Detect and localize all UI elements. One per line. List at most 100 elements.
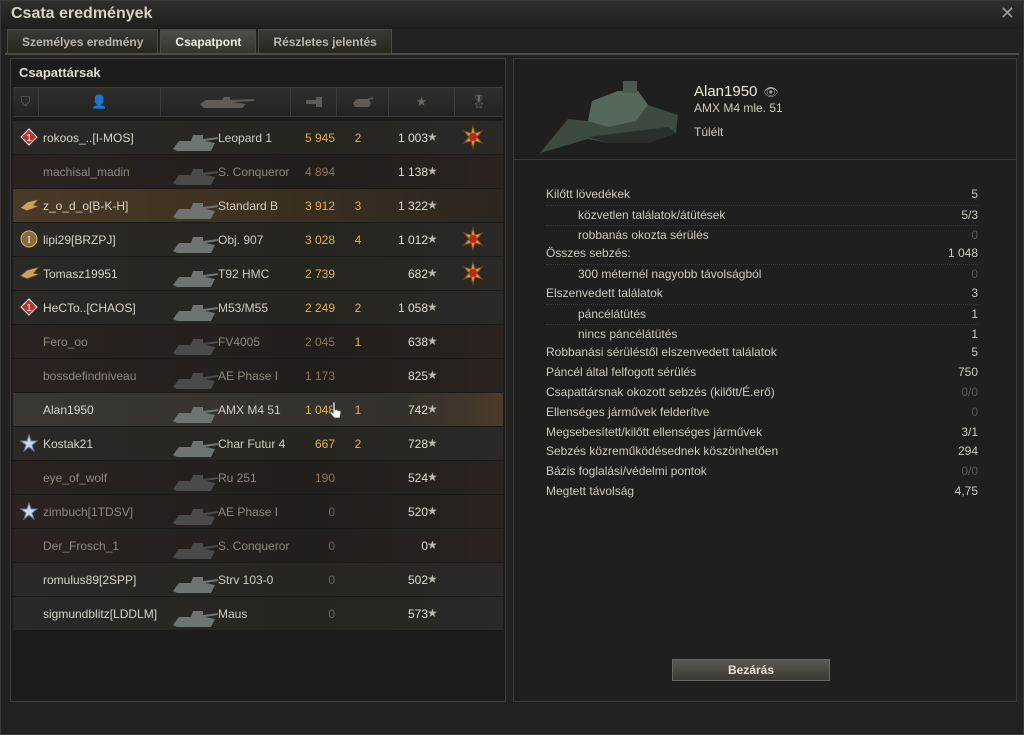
player-name: lipi29[BRZPJ] xyxy=(43,233,116,247)
vehicle-name: AE Phase I xyxy=(218,505,279,519)
xp-star-icon: ★ xyxy=(427,130,438,144)
player-name: Tomasz19951 xyxy=(43,267,118,281)
team-panel: Csapattársak ⛉ 👤 ★ 🎖 1 rokoos_..[I-MOS] Le… xyxy=(10,58,506,702)
team-row[interactable]: Fero_oo FV4005 2 045 1 638 ★ xyxy=(13,325,503,359)
stat-row: páncélátütés 1 xyxy=(546,303,978,324)
vehicle-name: Standard B xyxy=(218,199,279,213)
player-vehicle: AMX M4 mle. 51 xyxy=(694,101,783,115)
team-row[interactable]: 1 rokoos_..[I-MOS] Leopard 1 5 945 2 1 003 ★ xyxy=(13,121,503,155)
tank-icon xyxy=(173,305,218,321)
xp-value: 1 003 xyxy=(397,131,428,145)
xp-column-icon[interactable]: ★ xyxy=(389,88,455,116)
stat-value: 0 xyxy=(971,227,978,242)
xp-star-icon: ★ xyxy=(427,606,438,620)
xp-value: 638 xyxy=(407,335,428,349)
player-name: romulus89[2SPP] xyxy=(43,573,137,587)
player-column-icon[interactable]: 👤 xyxy=(39,88,161,116)
close-icon[interactable]: ✕ xyxy=(1000,3,1015,24)
xp-star-icon: ★ xyxy=(427,300,438,314)
player-name: eye_of_wolf xyxy=(43,471,108,485)
xp-star-icon: ★ xyxy=(427,232,438,246)
team-row[interactable]: Der_Frosch_1 S. Conqueror 0 0 ★ xyxy=(13,529,503,563)
empty-badge xyxy=(19,332,39,352)
xp-value: 1 012 xyxy=(397,233,428,247)
kills-column-icon[interactable] xyxy=(337,88,389,116)
vehicle-column-icon[interactable] xyxy=(161,88,291,116)
empty-badge xyxy=(19,366,39,386)
tank-icon xyxy=(173,577,218,593)
medal-icon[interactable] xyxy=(461,125,485,149)
medal-icon[interactable] xyxy=(461,261,485,285)
medal-column-icon[interactable]: 🎖 xyxy=(455,88,503,116)
close-button[interactable]: Bezárás xyxy=(672,659,830,681)
empty-badge xyxy=(19,162,39,182)
medal-icon[interactable] xyxy=(461,227,485,251)
damage-value: 2 739 xyxy=(304,267,335,281)
team-row[interactable]: Tomasz19951 T92 HMC 2 739 682 ★ xyxy=(13,257,503,291)
empty-badge xyxy=(19,468,39,488)
vehicle-name: Leopard 1 xyxy=(218,131,273,145)
vehicle-name: FV4005 xyxy=(218,335,261,349)
stat-value: 0/0 xyxy=(961,384,978,399)
team-row[interactable]: Ilipi29[BRZPJ] Obj. 907 3 028 4 1 012 ★ xyxy=(13,223,503,257)
tank-icon xyxy=(173,611,218,627)
vehicle-name: AE Phase I xyxy=(218,369,279,383)
stat-label: páncélátütés xyxy=(578,306,647,321)
damage-value: 0 xyxy=(328,505,335,519)
stat-label: közvetlen találatok/átütések xyxy=(578,207,726,222)
stat-label: Ellenséges járművek felderítve xyxy=(546,404,710,419)
kills-value: 2 xyxy=(354,301,362,315)
damage-value: 5 945 xyxy=(304,131,335,145)
stat-value: 5 xyxy=(971,187,978,201)
team-row[interactable]: eye_of_wolf Ru 251 190 524 ★ xyxy=(13,461,503,495)
player-name: z_o_d_o[B-K-H] xyxy=(43,199,129,213)
stat-row: 300 méternél nagyobb távolságból 0 xyxy=(546,264,978,284)
mouse-cursor-icon xyxy=(330,401,342,419)
platoon-column-icon[interactable]: ⛉ xyxy=(13,88,39,116)
kills-value: 1 xyxy=(354,335,362,349)
tab-detailed[interactable]: Részletes jelentés xyxy=(258,29,392,53)
vehicle-name: AMX M4 51 xyxy=(218,403,281,417)
stat-value: 3/1 xyxy=(961,424,978,439)
xp-value: 1 322 xyxy=(397,199,428,213)
stat-label: Megsebesített/kilőtt ellenséges járművek xyxy=(546,424,763,439)
vehicle-name: Ru 251 xyxy=(218,471,257,485)
player-name: Alan1950 👁 xyxy=(694,83,779,100)
damage-value: 0 xyxy=(328,607,335,621)
team-row[interactable]: sigmundblitz[LDDLM] Maus 0 573 ★ xyxy=(13,597,503,631)
player-name: rokoos_..[I-MOS] xyxy=(43,131,134,145)
xp-value: 573 xyxy=(407,607,428,621)
xp-star-icon: ★ xyxy=(427,402,438,416)
title-bar: Csata eredmények ✕ xyxy=(1,1,1023,29)
stat-label: Sebzés közreműködésednek köszönhetően xyxy=(546,444,779,459)
stat-value: 5/3 xyxy=(961,207,978,222)
tab-team[interactable]: Csapatpont xyxy=(160,29,257,53)
stat-label: Elszenvedett találatok xyxy=(546,285,663,300)
spotted-eye-icon: 👁 xyxy=(763,85,779,99)
damage-column-icon[interactable] xyxy=(291,88,337,116)
team-row[interactable]: z_o_d_o[B-K-H] Standard B 3 912 3 1 322 ★ xyxy=(13,189,503,223)
xp-value: 825 xyxy=(407,369,428,383)
empty-badge xyxy=(19,604,39,624)
team-row[interactable]: Kostak21 Char Futur 4 667 2 728 ★ xyxy=(13,427,503,461)
stat-label: Kilőtt lövedékek xyxy=(546,187,631,201)
xp-value: 742 xyxy=(407,403,428,417)
svg-text:1: 1 xyxy=(26,133,32,144)
team-row[interactable]: Alan1950 AMX M4 51 1 048 1 742 ★ xyxy=(13,393,503,427)
tab-personal[interactable]: Személyes eredmény xyxy=(7,29,159,53)
stat-row: Megtett távolság 4,75 xyxy=(546,482,978,502)
player-name: zimbuch[1TDSV] xyxy=(43,505,134,519)
team-row[interactable]: zimbuch[1TDSV] AE Phase I 0 520 ★ xyxy=(13,495,503,529)
xp-star-icon: ★ xyxy=(427,538,438,552)
empty-badge xyxy=(19,570,39,590)
stat-row: közvetlen találatok/átütések 5/3 xyxy=(546,204,978,225)
team-row[interactable]: romulus89[2SPP] Strv 103-0 0 502 ★ xyxy=(13,563,503,597)
tab-bar: Személyes eredmény Csapatpont Részletes … xyxy=(7,29,394,53)
stat-label: Bázis foglalási/védelmi pontok xyxy=(546,464,707,479)
team-row[interactable]: bossdefindniveau AE Phase I 1 173 825 ★ xyxy=(13,359,503,393)
stat-row: Összes sebzés: 1 048 xyxy=(546,244,978,264)
tab-divider xyxy=(5,53,1019,55)
team-row[interactable]: machisal_madin S. Conqueror 4 894 1 138 ★ xyxy=(13,155,503,189)
kills-value: 2 xyxy=(354,131,362,145)
team-row[interactable]: 1 HeCTo..[CHAOS] M53/M55 2 249 2 1 058 ★ xyxy=(13,291,503,325)
